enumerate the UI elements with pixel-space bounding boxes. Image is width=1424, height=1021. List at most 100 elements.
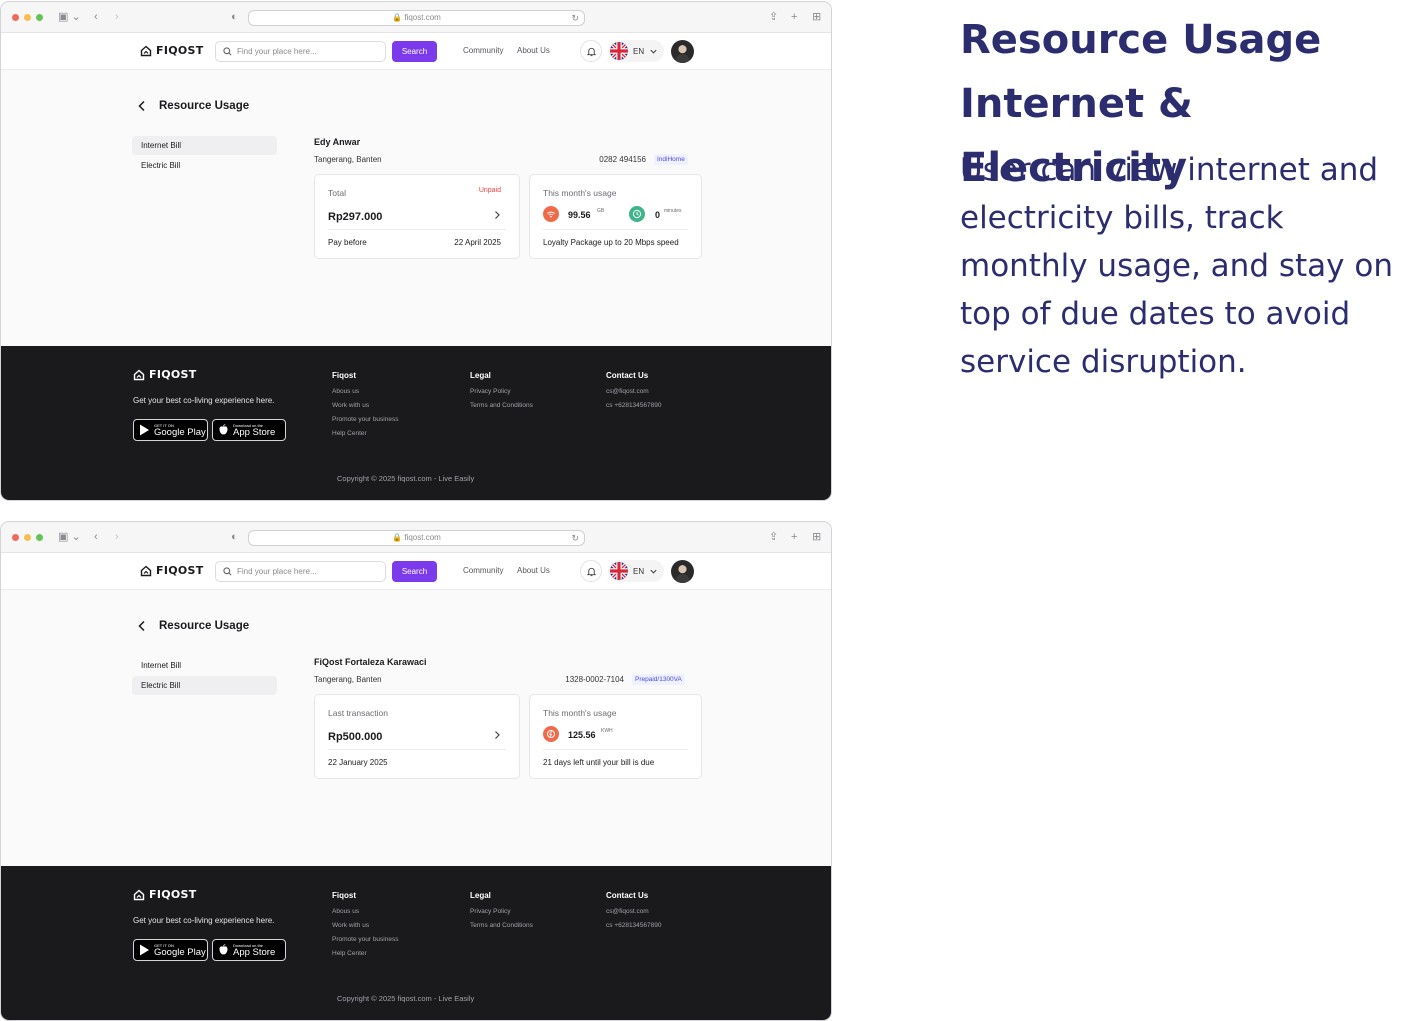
- app-store-button[interactable]: Download on the App Store: [212, 419, 286, 441]
- footer-link[interactable]: Help Center: [332, 950, 367, 957]
- site-logo[interactable]: FIQOST: [140, 44, 204, 57]
- footer-link[interactable]: Promote your business: [332, 936, 398, 943]
- address-bar[interactable]: 🔒 fiqost.com ↻: [248, 530, 585, 546]
- privacy-shield-icon[interactable]: ◐: [231, 10, 238, 24]
- status-badge: Unpaid: [478, 187, 501, 194]
- back-arrow-icon[interactable]: [135, 99, 149, 113]
- sidebar-item-electric-bill[interactable]: Electric Bill: [132, 156, 277, 175]
- footer-link[interactable]: Abous us: [332, 388, 359, 395]
- tab-overview-icon[interactable]: ⊞: [812, 10, 821, 24]
- divider: [328, 749, 506, 750]
- provider-badge: Prepaid/1300VA: [632, 674, 685, 685]
- footer-link[interactable]: cs@fiqost.com: [606, 388, 649, 395]
- sidebar-item-electric-bill[interactable]: Electric Bill: [132, 676, 277, 695]
- footer-link[interactable]: Terms and Conditions: [470, 922, 533, 929]
- reload-icon[interactable]: ↻: [571, 531, 579, 545]
- footer-logo[interactable]: FIQOST: [133, 888, 197, 901]
- chevron-down-icon: [650, 569, 657, 574]
- tab-overview-icon[interactable]: ⊞: [812, 530, 821, 544]
- sidebar-toggle-icon[interactable]: ▣ ⌄: [58, 10, 81, 24]
- chevron-right-icon[interactable]: [492, 730, 502, 740]
- footer-link[interactable]: Promote your business: [332, 416, 398, 423]
- back-nav-icon[interactable]: ‹: [94, 10, 98, 24]
- notification-button[interactable]: [580, 40, 602, 62]
- search-button[interactable]: Search: [392, 561, 437, 582]
- address-bar[interactable]: 🔒 fiqost.com ↻: [248, 10, 585, 26]
- new-tab-icon[interactable]: +: [791, 10, 797, 24]
- bill-summary-card[interactable]: Total Unpaid Rp297.000 Pay before 22 Apr…: [314, 174, 520, 259]
- footer-link[interactable]: cs +628134567890: [606, 922, 661, 929]
- footer-link[interactable]: Terms and Conditions: [470, 402, 533, 409]
- zoom-window-button[interactable]: [36, 14, 43, 21]
- site-logo[interactable]: FIQOST: [140, 564, 204, 577]
- nav-link-about-us[interactable]: About Us: [517, 566, 550, 575]
- forward-nav-icon[interactable]: ›: [115, 10, 119, 24]
- new-tab-icon[interactable]: +: [791, 530, 797, 544]
- last-transaction-card[interactable]: Last transaction Rp500.000 22 January 20…: [314, 694, 520, 779]
- google-play-icon: [140, 424, 149, 436]
- call-usage-value: 0: [655, 210, 661, 220]
- minimize-window-button[interactable]: [24, 14, 31, 21]
- language-selector[interactable]: EN: [608, 40, 664, 62]
- transaction-date: 22 January 2025: [328, 758, 388, 767]
- notification-button[interactable]: [580, 560, 602, 582]
- energy-usage-unit: KWH: [601, 728, 613, 734]
- search-input[interactable]: [237, 47, 377, 56]
- footer-link[interactable]: Work with us: [332, 922, 369, 929]
- footer-link[interactable]: Privacy Policy: [470, 388, 510, 395]
- google-play-button[interactable]: GET IT ON Google Play: [133, 419, 208, 441]
- avatar[interactable]: [671, 560, 694, 583]
- provider-badge: IndiHome: [654, 154, 688, 165]
- divider: [328, 229, 506, 230]
- sidebar-item-internet-bill[interactable]: Internet Bill: [132, 136, 277, 155]
- forward-nav-icon[interactable]: ›: [115, 530, 119, 544]
- language-selector[interactable]: EN: [608, 560, 664, 582]
- footer-logo[interactable]: FIQOST: [133, 368, 197, 381]
- footer-link[interactable]: Privacy Policy: [470, 908, 510, 915]
- search-field[interactable]: [215, 41, 386, 62]
- wifi-icon: [543, 206, 559, 222]
- back-arrow-icon[interactable]: [135, 619, 149, 633]
- footer-col-legal-title: Legal: [470, 371, 491, 380]
- store-big-text: Google Play: [154, 946, 206, 958]
- site-header: FIQOST Search Community About Us EN: [1, 553, 831, 590]
- footer-link[interactable]: cs +628134567890: [606, 402, 661, 409]
- close-window-button[interactable]: [12, 534, 19, 541]
- avatar[interactable]: [671, 40, 694, 63]
- usage-label: This month's usage: [543, 708, 617, 718]
- google-play-button[interactable]: GET IT ON Google Play: [133, 939, 208, 961]
- due-reminder: 21 days left until your bill is due: [543, 758, 655, 767]
- call-usage-unit: minutes: [664, 208, 682, 214]
- bell-icon: [586, 47, 596, 56]
- nav-link-community[interactable]: Community: [463, 566, 503, 575]
- footer-link[interactable]: Work with us: [332, 402, 369, 409]
- share-icon[interactable]: ⇪: [769, 10, 778, 24]
- app-store-button[interactable]: Download on the App Store: [212, 939, 286, 961]
- reload-icon[interactable]: ↻: [571, 11, 579, 25]
- chevron-down-icon: [650, 49, 657, 54]
- close-window-button[interactable]: [12, 14, 19, 21]
- store-big-text: App Store: [233, 426, 276, 438]
- main-content: Resource Usage Internet Bill Electric Bi…: [1, 70, 831, 346]
- customer-location: Tangerang, Banten: [314, 675, 382, 684]
- sidebar-toggle-icon[interactable]: ▣ ⌄: [58, 530, 81, 544]
- sidebar-item-internet-bill[interactable]: Internet Bill: [132, 656, 277, 675]
- search-field[interactable]: [215, 561, 386, 582]
- usage-card: This month's usage 125.56 KWH 21 days le…: [529, 694, 702, 779]
- minimize-window-button[interactable]: [24, 534, 31, 541]
- search-button[interactable]: Search: [392, 41, 437, 62]
- nav-link-about-us[interactable]: About Us: [517, 46, 550, 55]
- search-input[interactable]: [237, 567, 377, 576]
- back-nav-icon[interactable]: ‹: [94, 530, 98, 544]
- footer-link[interactable]: Help Center: [332, 430, 367, 437]
- share-icon[interactable]: ⇪: [769, 530, 778, 544]
- footer-link[interactable]: cs@fiqost.com: [606, 908, 649, 915]
- bill-label: Last transaction: [328, 708, 389, 718]
- nav-link-community[interactable]: Community: [463, 46, 503, 55]
- privacy-shield-icon[interactable]: ◐: [231, 530, 238, 544]
- footer-link[interactable]: Abous us: [332, 908, 359, 915]
- bill-label: Total: [328, 188, 346, 198]
- zoom-window-button[interactable]: [36, 534, 43, 541]
- footer-tagline: Get your best co-living experience here.: [133, 396, 275, 405]
- chevron-right-icon[interactable]: [492, 210, 502, 220]
